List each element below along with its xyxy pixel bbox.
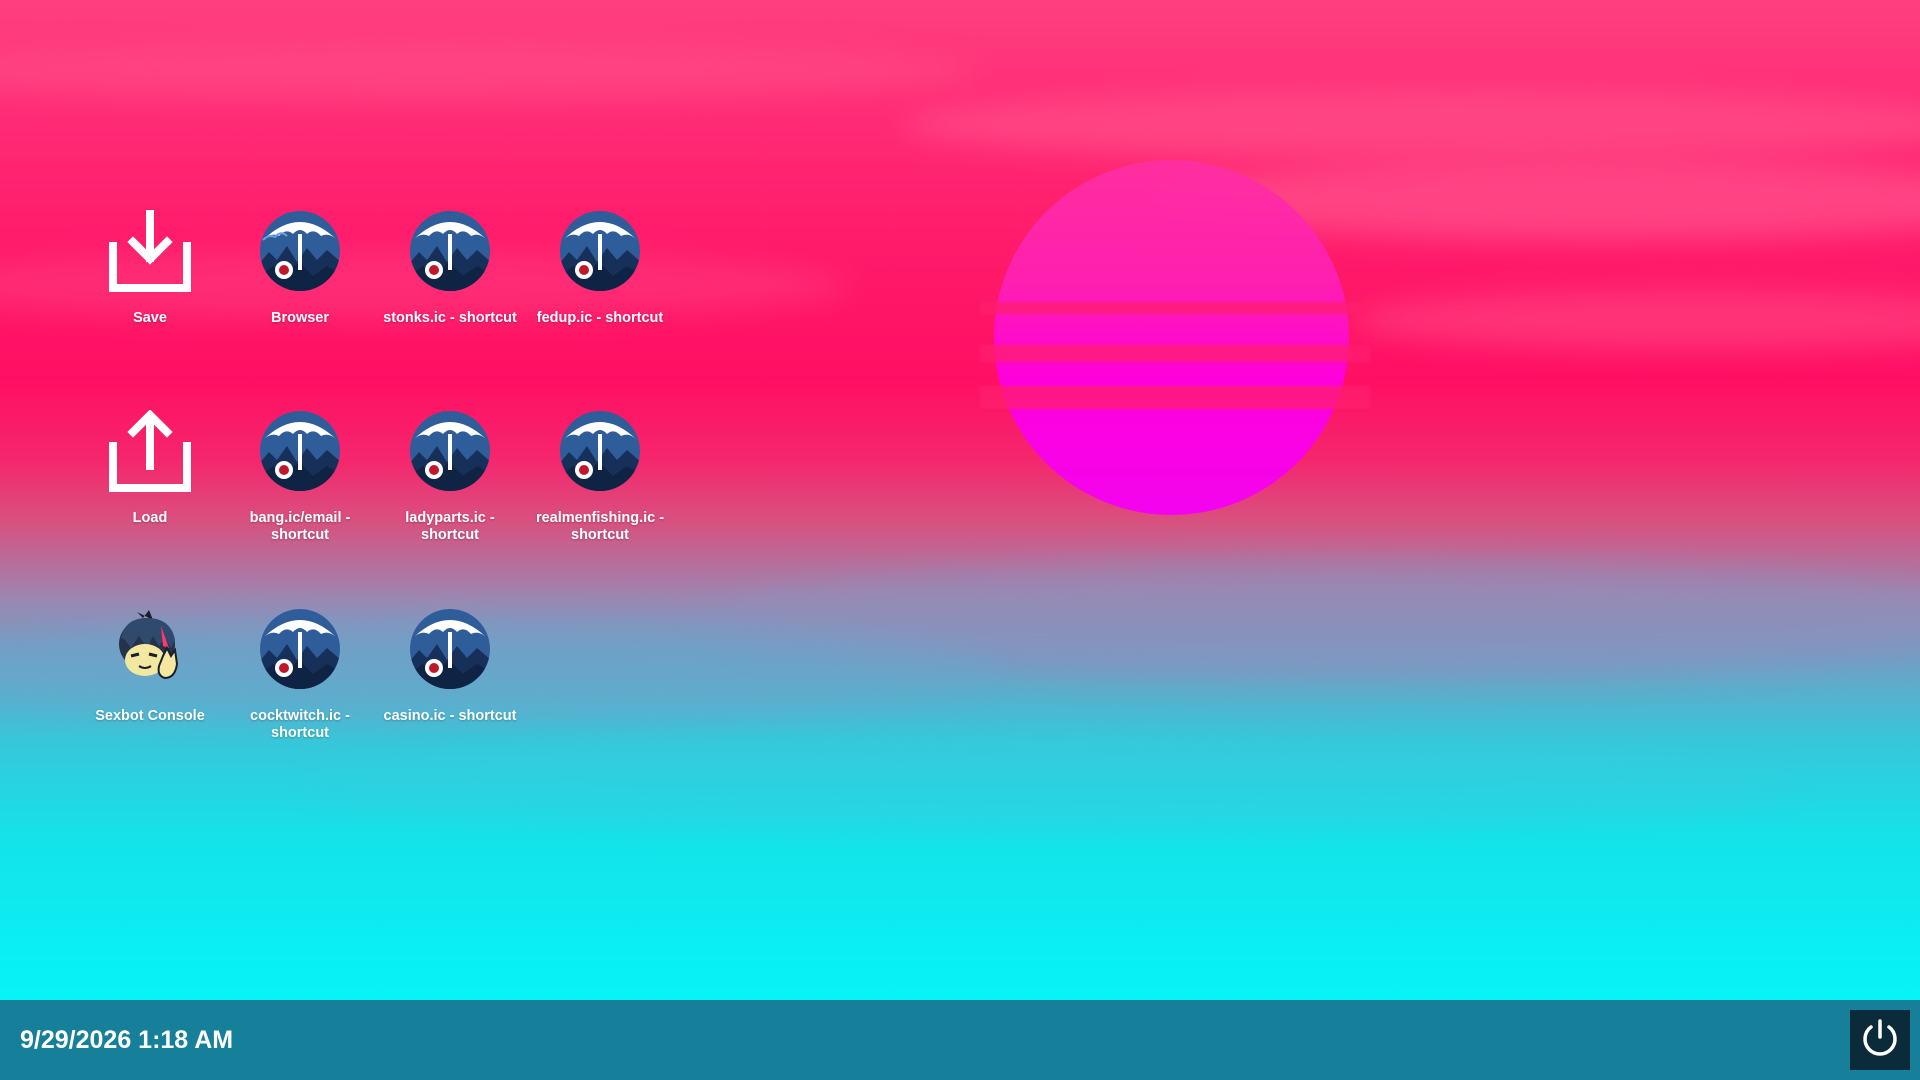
desktop-icon-casino-shortcut[interactable]: casino.ic - shortcut [375,608,525,725]
desktop-icon-fedup-shortcut[interactable]: fedup.ic - shortcut [525,210,675,327]
desktop-icon-load[interactable]: Load [75,410,225,527]
desktop-icon-save[interactable]: Save [75,210,225,327]
desktop-icon-stonks-shortcut[interactable]: stonks.ic - shortcut [375,210,525,327]
umbrella-browser-icon [259,608,341,690]
power-button[interactable] [1850,1010,1910,1070]
cloud-streak [900,90,1920,160]
desktop-icon-sexbot-console[interactable]: Sexbot Console [75,608,225,725]
desktop-icon-label: stonks.ic - shortcut [383,310,517,326]
sun-graphic [994,160,1349,515]
sun-stripe [980,386,1370,409]
umbrella-browser-icon [259,210,341,292]
sun-stripe [980,345,1370,362]
cloud-streak [0,40,980,100]
desktop-icon-label: cocktwitch.ic - shortcut [250,708,350,741]
desktop-icon-browser[interactable]: Browser [225,210,375,327]
cloud-streak [1350,290,1920,350]
upload-icon [109,410,191,492]
desktop-icon-realmenfishing-shortcut[interactable]: realmenfishing.ic - shortcut [525,410,675,544]
desktop-icon-cocktwitch-shortcut[interactable]: cocktwitch.ic - shortcut [225,608,375,742]
taskbar-clock: 9/29/2026 1:18 AM [20,1026,234,1054]
umbrella-browser-icon [409,608,491,690]
cloud-streak [300,740,1800,830]
desktop-icon-label: ladyparts.ic - shortcut [405,510,495,543]
desktop-wallpaper: Save Browser stonks.ic - shortcut fedup.… [0,0,1920,1000]
desktop-icon-label: Sexbot Console [95,708,205,724]
sun-stripe [980,302,1370,314]
taskbar: 9/29/2026 1:18 AM [0,1000,1920,1080]
desktop-icon-bang-email-shortcut[interactable]: bang.ic/email - shortcut [225,410,375,544]
sexbot-avatar-icon [109,608,191,690]
umbrella-browser-icon [559,410,641,492]
umbrella-browser-icon [409,410,491,492]
desktop-icon-label: Browser [270,310,330,326]
umbrella-browser-icon [259,410,341,492]
desktop-icon-label: Save [133,310,167,326]
desktop-icon-label: realmenfishing.ic - shortcut [535,510,665,543]
desktop-icon-label: fedup.ic - shortcut [536,310,664,326]
desktop-icon-label: Load [132,510,168,526]
umbrella-browser-icon [409,210,491,292]
desktop-icon-label: bang.ic/email - shortcut [249,510,351,543]
desktop-icon-ladyparts-shortcut[interactable]: ladyparts.ic - shortcut [375,410,525,544]
download-icon [109,210,191,292]
umbrella-browser-icon [559,210,641,292]
desktop-icon-label: casino.ic - shortcut [383,708,517,724]
power-icon [1859,1017,1901,1064]
